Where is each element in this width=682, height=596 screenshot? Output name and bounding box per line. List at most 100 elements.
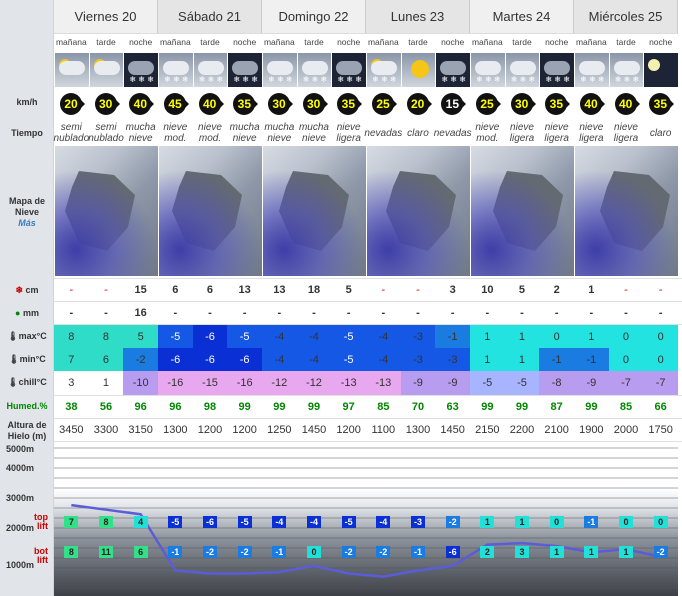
tmin-value: -2 (123, 348, 158, 371)
botlift-marker: 6 (133, 546, 148, 558)
wind-speed-badge: 40 (198, 93, 224, 115)
period-label: tarde (200, 37, 220, 47)
snow-value: 5 (518, 284, 526, 296)
hum-value: 99 (481, 401, 494, 413)
botlift-marker: -2 (237, 546, 252, 558)
rain-value: - (416, 307, 420, 319)
tmax-value: -5 (331, 325, 366, 348)
day-header[interactable]: Lunes 23 (366, 0, 470, 34)
snow-map-thumbnail[interactable] (470, 146, 574, 276)
weather-icon: ❄ ❄ ❄ (470, 53, 505, 87)
wind-label: km/h (16, 97, 38, 107)
botlift-marker: 1 (584, 546, 599, 558)
weather-description: semi nublado (53, 122, 90, 144)
snow-map-thumbnail[interactable] (262, 146, 366, 276)
botlift-marker: 8 (64, 546, 79, 558)
weather-description: nevadas (433, 127, 472, 139)
wind-speed-badge: 35 (545, 93, 571, 115)
weather-description: mucha nieve (298, 122, 329, 144)
weather-icon: ❄ ❄ ❄ (158, 53, 193, 87)
botlift-marker: 2 (480, 546, 495, 558)
snow-value: - (658, 284, 663, 296)
toplift-marker: -6 (203, 516, 217, 528)
tmin-value: 1 (470, 348, 505, 371)
wind-speed-value: 45 (168, 97, 182, 111)
hum-value: 38 (65, 401, 78, 413)
rain-value: - (658, 307, 663, 319)
snow-value: 15 (134, 284, 147, 296)
thermometer-icon: 🌡 (7, 331, 19, 341)
tmax-value: 8 (88, 325, 124, 348)
hum-value: 85 (619, 401, 633, 413)
wind-speed-badge: 25 (372, 93, 397, 115)
day-header[interactable]: Martes 24 (470, 0, 574, 34)
botlift-marker: 1 (619, 546, 633, 558)
weather-icon: ❄ ❄ ❄ (123, 53, 158, 87)
map-more-link[interactable]: Más (0, 218, 54, 229)
weather-icon (88, 53, 124, 87)
chill-label: chill°C (18, 377, 47, 387)
period-label: noche (233, 37, 257, 47)
snow-map-thumbnail[interactable] (574, 146, 678, 276)
period-label: tarde (96, 37, 116, 47)
weather-description: nieve ligera (544, 122, 569, 144)
hum-value: 56 (99, 401, 113, 413)
botlift-marker: -6 (445, 546, 460, 558)
chill-value: -13 (331, 371, 366, 395)
weather-icon: ❄ ❄ ❄ (504, 53, 540, 87)
wind-speed-badge: 35 (337, 93, 363, 115)
wind-speed-badge: 20 (406, 93, 432, 115)
period-label: mañana (575, 37, 607, 47)
wind-speed-value: 40 (618, 97, 633, 111)
period-label: tarde (408, 37, 428, 47)
weather-icon (643, 53, 678, 87)
snow-map-thumbnail[interactable] (54, 146, 158, 276)
snow-map-thumbnail[interactable] (366, 146, 470, 276)
day-header[interactable]: Miércoles 25 (574, 0, 678, 34)
tmax-value: 1 (470, 325, 505, 348)
label-column (0, 0, 54, 596)
wind-speed-value: 40 (584, 97, 598, 111)
period-label: tarde (304, 37, 324, 47)
hum-value: 99 (307, 401, 321, 413)
rain-value: - (242, 307, 247, 319)
weather-icon: ❄ ❄ ❄ (227, 53, 262, 87)
toplift-marker: -4 (307, 516, 321, 528)
chill-value: -8 (539, 371, 574, 395)
toplift-marker: 0 (619, 516, 633, 528)
snow-value: 3 (449, 284, 456, 296)
period-label: noche (337, 37, 361, 47)
wind-speed-value: 35 (549, 97, 563, 111)
tmin-value: -1 (539, 348, 574, 371)
day-header[interactable]: Viernes 20 (54, 0, 158, 34)
period-label: mañana (367, 37, 399, 47)
tmax-value: 1 (504, 325, 540, 348)
hum-value: 87 (550, 401, 563, 413)
freezing-level-line (71, 503, 661, 578)
weather-description: nieve ligera (579, 122, 604, 144)
rain-value: - (208, 307, 212, 319)
tmax-value: 0 (608, 325, 644, 348)
wind-speed-value: 40 (202, 97, 217, 111)
wind-speed-value: 20 (64, 97, 78, 111)
ice-value: 1200 (336, 424, 361, 436)
snow-map-thumbnail[interactable] (158, 146, 262, 276)
botlift-marker: -2 (341, 546, 356, 558)
max-temp-label: max°C (18, 331, 47, 341)
wind-speed-value: 40 (133, 97, 147, 111)
altitude-label: 5000m (6, 444, 35, 454)
toplift-marker: -5 (341, 516, 356, 528)
thermometer-icon: 🌡 (8, 354, 20, 364)
wind-speed-badge: 25 (476, 93, 501, 115)
weather-icon: ❄ ❄ ❄ (262, 53, 297, 87)
ice-value: 2200 (509, 424, 535, 436)
day-header[interactable]: Domingo 22 (262, 0, 366, 34)
raindrop-icon: ● (15, 308, 23, 318)
chill-value: -9 (400, 371, 436, 395)
rain-value: 16 (134, 307, 147, 319)
ice-value: 1200 (232, 424, 257, 436)
day-header[interactable]: Sábado 21 (158, 0, 262, 34)
tmax-value: -4 (366, 325, 401, 348)
rain-value: - (277, 307, 282, 319)
chill-value: -7 (608, 371, 644, 395)
